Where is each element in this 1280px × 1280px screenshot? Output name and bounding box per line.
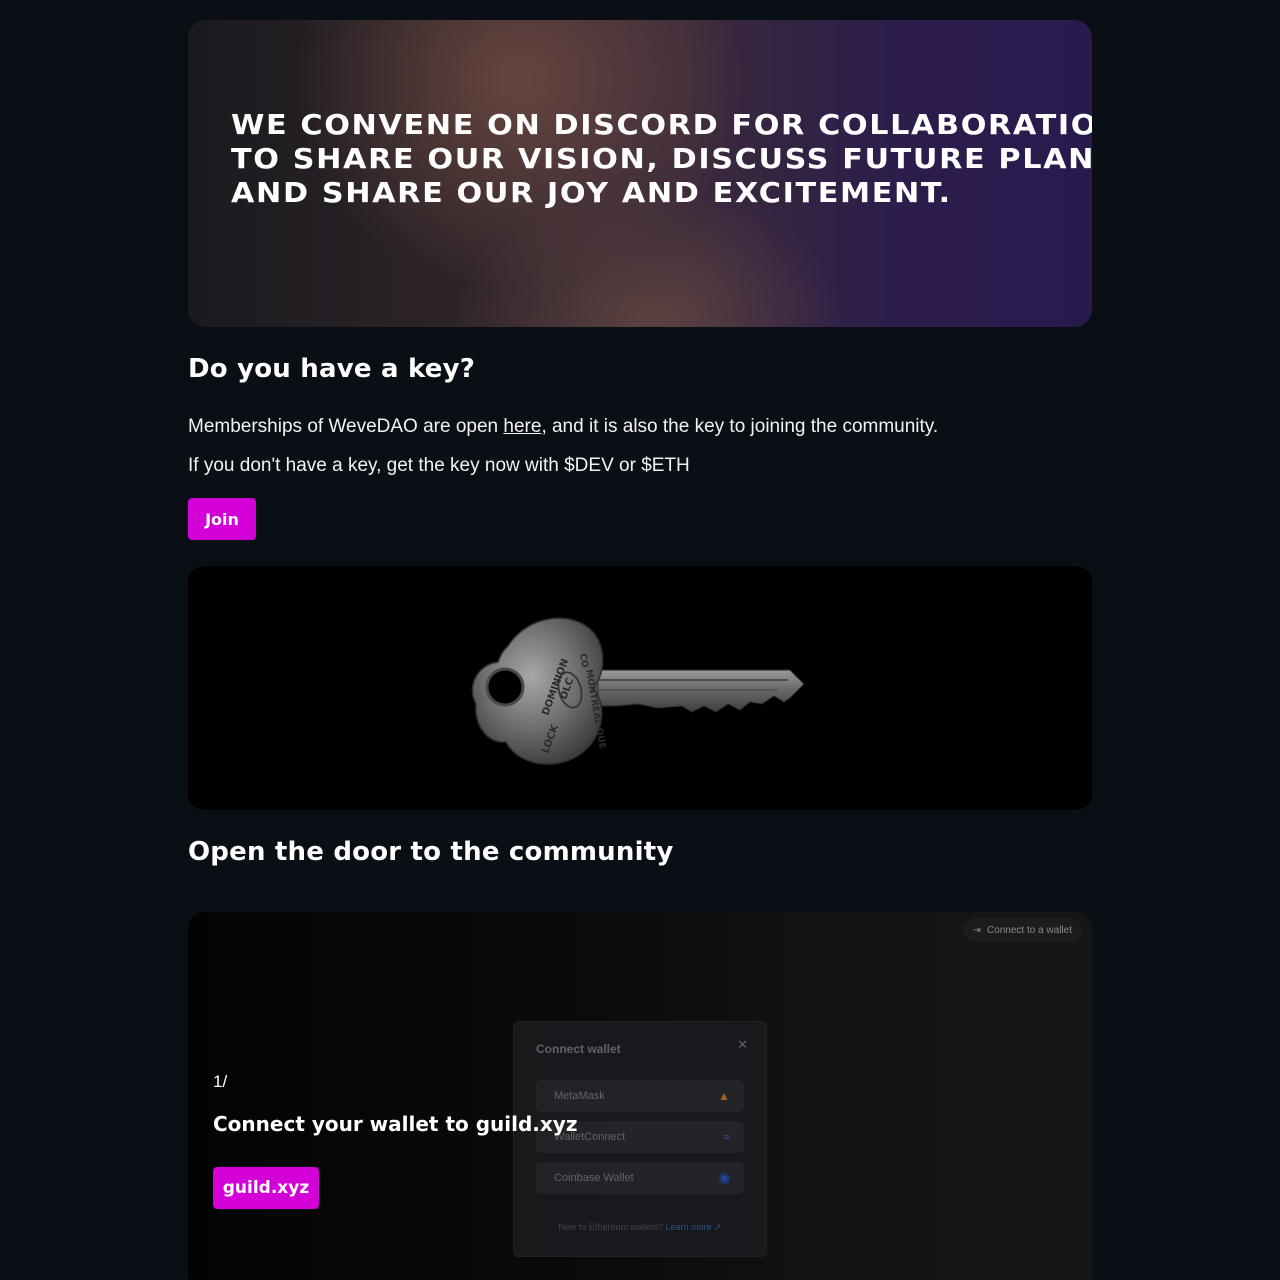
walletconnect-icon: ≈ bbox=[723, 1130, 730, 1144]
modal-title: Connect wallet bbox=[536, 1042, 621, 1056]
guild-xyz-button[interactable]: guild.xyz bbox=[213, 1167, 319, 1209]
external-link-icon: ↗ bbox=[714, 1222, 722, 1232]
close-icon: ✕ bbox=[737, 1038, 748, 1053]
wallet-option-metamask: MetaMask ▲ bbox=[536, 1080, 744, 1112]
connect-pill-label: Connect to a wallet bbox=[986, 924, 1072, 936]
membership-text-after: , and it is also the key to joining the … bbox=[541, 416, 939, 437]
guild-card: ⇥ Connect to a wallet Connect wallet ✕ M… bbox=[188, 912, 1092, 1280]
connect-wallet-pill: ⇥ Connect to a wallet bbox=[962, 918, 1082, 942]
hero-text: We convene on Discord for collaboration,… bbox=[231, 108, 1092, 209]
login-icon: ⇥ bbox=[972, 924, 981, 936]
metamask-fox-icon: ▲ bbox=[718, 1089, 730, 1103]
get-key-text: If you don't have a key, get the key now… bbox=[188, 455, 690, 476]
here-link[interactable]: here bbox=[503, 416, 541, 437]
modal-footer-text: New to Ethereum wallets? bbox=[558, 1222, 663, 1232]
community-heading: Open the door to the community bbox=[188, 837, 674, 867]
learn-more-link: Learn more bbox=[665, 1222, 712, 1232]
key-image: DOMINION LOCK DLC CO MONTREAL QUE bbox=[188, 566, 1092, 810]
wallet-option-coinbase: Coinbase Wallet bbox=[536, 1162, 744, 1194]
membership-text: Memberships of WeveDAO are open here, an… bbox=[188, 416, 938, 438]
connect-wallet-modal: Connect wallet ✕ MetaMask ▲ WalletConnec… bbox=[513, 1021, 767, 1257]
key-illustration: DOMINION LOCK DLC CO MONTREAL QUE bbox=[471, 617, 805, 765]
coinbase-icon bbox=[719, 1172, 730, 1184]
wallet-label: MetaMask bbox=[554, 1090, 605, 1102]
step-number: 1/ bbox=[213, 1072, 228, 1091]
wallet-label: Coinbase Wallet bbox=[554, 1172, 634, 1184]
membership-text-before: Memberships of WeveDAO are open bbox=[188, 416, 504, 437]
hero-banner: We convene on Discord for collaboration,… bbox=[188, 20, 1092, 327]
key-heading: Do you have a key? bbox=[188, 354, 476, 384]
join-button[interactable]: Join bbox=[188, 498, 256, 540]
modal-footer: New to Ethereum wallets? Learn more ↗ bbox=[514, 1222, 766, 1233]
step-title: Connect your wallet to guild.xyz bbox=[213, 1112, 578, 1136]
